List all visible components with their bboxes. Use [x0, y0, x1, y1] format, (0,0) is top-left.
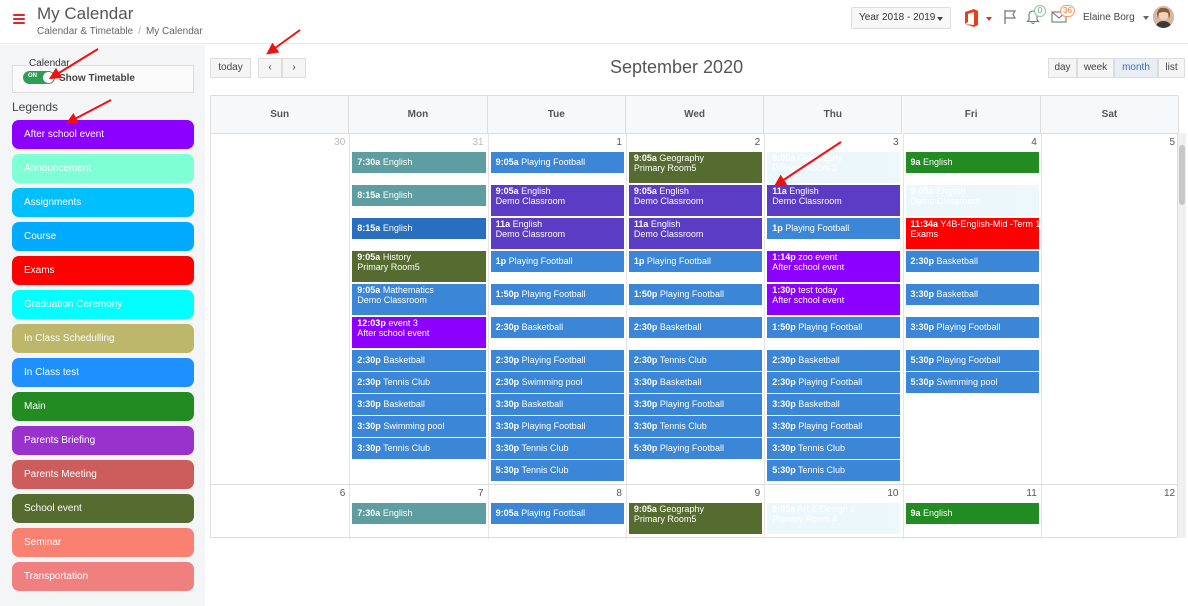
arrow-to-event [773, 141, 842, 187]
arrow-to-prev [266, 29, 301, 55]
arrow-to-legends [65, 99, 112, 124]
arrow-to-toggle [48, 48, 99, 80]
annotation-arrows [48, 29, 842, 187]
